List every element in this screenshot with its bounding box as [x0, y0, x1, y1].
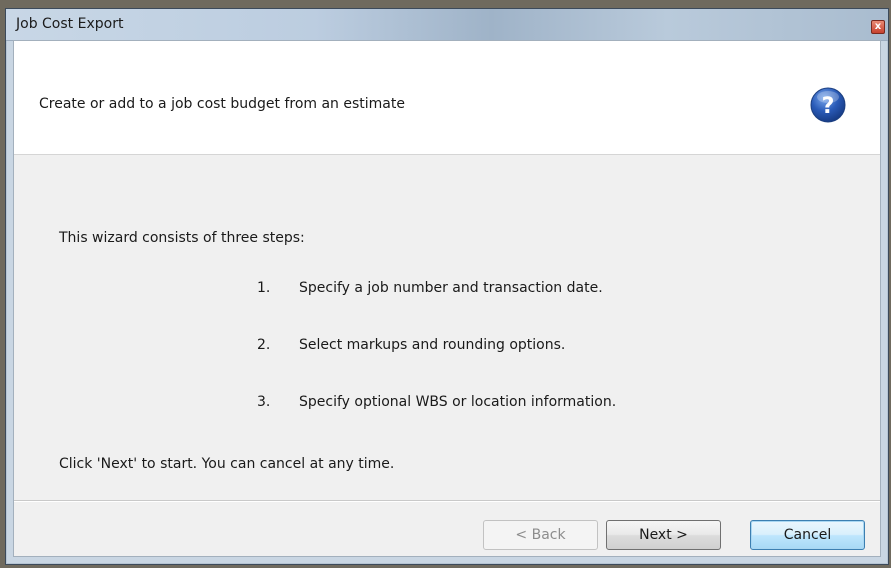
- step-text: Specify optional WBS or location informa…: [299, 394, 617, 410]
- footer-divider: [14, 500, 880, 502]
- window-title: Job Cost Export: [16, 16, 124, 32]
- step-number: 2.: [257, 337, 271, 353]
- cancel-button[interactable]: Cancel: [750, 520, 865, 550]
- step-text: Specify a job number and transaction dat…: [299, 280, 603, 296]
- wizard-header: Create or add to a job cost budget from …: [14, 41, 880, 155]
- dialog-content: Create or add to a job cost budget from …: [13, 40, 881, 557]
- header-title: Create or add to a job cost budget from …: [39, 96, 405, 112]
- next-button[interactable]: Next >: [606, 520, 721, 550]
- help-icon[interactable]: ?: [810, 87, 846, 123]
- dialog-window: Job Cost Export x Create or add to a job…: [5, 8, 889, 565]
- title-bar[interactable]: Job Cost Export x: [6, 9, 888, 41]
- close-icon: x: [874, 21, 882, 32]
- close-button[interactable]: x: [871, 20, 885, 34]
- back-button[interactable]: < Back: [483, 520, 598, 550]
- step-number: 3.: [257, 394, 271, 410]
- step-text: Select markups and rounding options.: [299, 337, 566, 353]
- step-number: 1.: [257, 280, 271, 296]
- svg-text:?: ?: [822, 94, 835, 119]
- intro-text: This wizard consists of three steps:: [59, 230, 305, 246]
- outro-text: Click 'Next' to start. You can cancel at…: [59, 456, 395, 472]
